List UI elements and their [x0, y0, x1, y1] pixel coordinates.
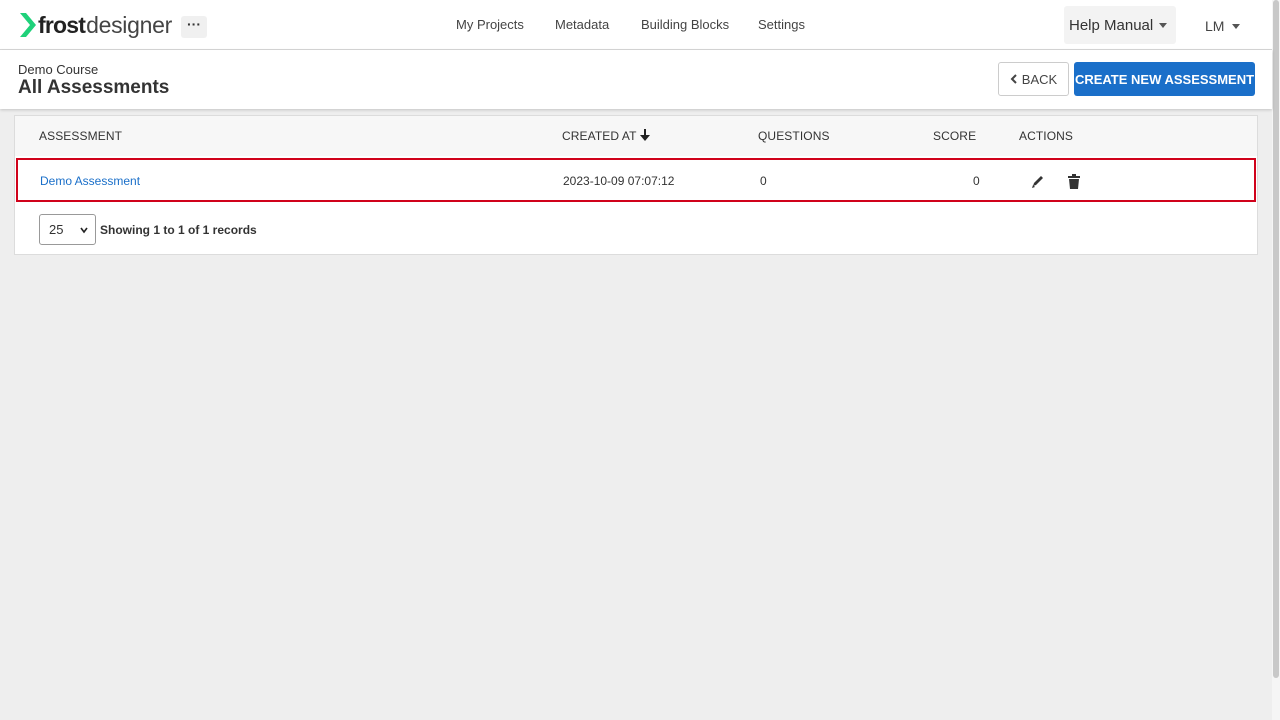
page-scrollbar[interactable] — [1272, 0, 1280, 720]
frost-designer-logo[interactable]: frost designer — [20, 11, 172, 39]
column-header-created-at-label: CREATED AT — [562, 129, 637, 143]
more-menu-button[interactable]: ··· — [181, 16, 207, 38]
back-button[interactable]: BACK — [998, 62, 1069, 96]
breadcrumb[interactable]: Demo Course — [18, 62, 98, 77]
nav-building-blocks[interactable]: Building Blocks — [641, 17, 729, 32]
column-header-assessment[interactable]: ASSESSMENT — [39, 129, 122, 143]
page-title: All Assessments — [18, 77, 170, 98]
nav-metadata[interactable]: Metadata — [555, 17, 609, 32]
nav-settings[interactable]: Settings — [758, 17, 805, 32]
score-cell: 0 — [973, 174, 980, 188]
chevron-down-icon — [80, 227, 88, 233]
assessment-name-link[interactable]: Demo Assessment — [40, 174, 140, 188]
column-header-created-at[interactable]: CREATED AT — [562, 129, 650, 143]
arrow-down-icon — [639, 129, 650, 141]
help-manual-label: Help Manual — [1069, 16, 1154, 34]
top-navbar: frost designer ··· My Projects Metadata … — [0, 0, 1272, 50]
chevron-left-icon — [1010, 74, 1017, 84]
questions-cell: 0 — [760, 174, 767, 188]
logo-text-designer: designer — [86, 11, 172, 38]
table-header: ASSESSMENT CREATED AT QUESTIONS SCORE AC… — [15, 116, 1257, 156]
column-header-actions: ACTIONS — [1019, 129, 1074, 143]
records-summary: Showing 1 to 1 of 1 records — [100, 222, 257, 237]
back-button-label: BACK — [1021, 71, 1058, 87]
page-size-select[interactable]: 25 — [39, 214, 96, 245]
assessments-table-card: ASSESSMENT CREATED AT QUESTIONS SCORE AC… — [14, 115, 1258, 255]
caret-down-icon — [1159, 22, 1168, 28]
user-initials: LM — [1205, 18, 1225, 34]
trash-icon[interactable] — [1067, 174, 1081, 190]
chevron-logo-icon — [20, 13, 36, 37]
pagination-footer: 25 Showing 1 to 1 of 1 records — [39, 214, 257, 245]
create-new-assessment-button[interactable]: CREATE NEW ASSESSMENT — [1074, 62, 1255, 96]
page-header: Demo Course All Assessments BACK CREATE … — [0, 50, 1272, 109]
column-header-questions[interactable]: QUESTIONS — [758, 129, 830, 143]
nav-my-projects[interactable]: My Projects — [456, 17, 524, 32]
table-row: Demo Assessment 2023-10-09 07:07:12 0 0 — [16, 158, 1256, 202]
pencil-icon[interactable] — [1031, 174, 1045, 190]
scrollbar-thumb[interactable] — [1273, 0, 1279, 678]
page-size-value: 25 — [49, 222, 64, 237]
logo-text-frost: frost — [38, 11, 86, 38]
created-at-cell: 2023-10-09 07:07:12 — [563, 174, 675, 188]
help-manual-dropdown[interactable]: Help Manual — [1064, 6, 1176, 44]
caret-down-icon — [1232, 23, 1241, 29]
column-header-score[interactable]: SCORE — [933, 129, 976, 143]
user-menu-dropdown[interactable]: LM — [1205, 18, 1241, 34]
